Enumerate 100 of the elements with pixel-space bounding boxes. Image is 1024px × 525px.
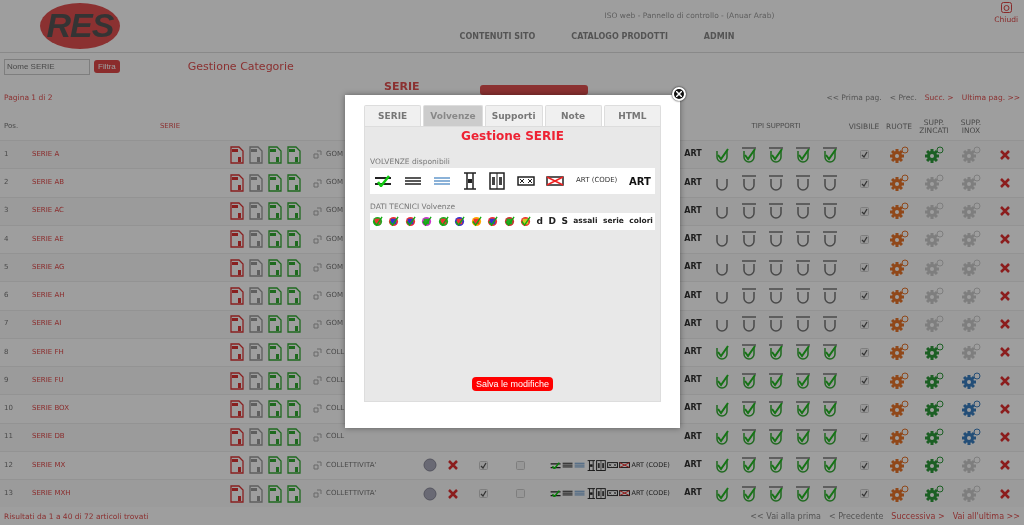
document-icon[interactable] — [228, 456, 245, 475]
delete-icon[interactable] — [1000, 290, 1010, 301]
document-icon[interactable] — [228, 258, 245, 277]
delete-icon[interactable] — [1000, 262, 1010, 273]
caster-icon[interactable] — [713, 343, 731, 362]
caster-icon[interactable] — [740, 258, 758, 277]
delete-icon[interactable] — [1000, 488, 1010, 499]
gear-icon[interactable] — [924, 258, 944, 277]
document-icon[interactable] — [285, 343, 302, 362]
gear-icon[interactable] — [924, 484, 944, 503]
lines-icon[interactable] — [562, 462, 574, 469]
caster-icon[interactable] — [767, 456, 785, 475]
gear-icon[interactable] — [889, 371, 909, 390]
block-icon[interactable] — [607, 490, 619, 497]
document-icon[interactable] — [285, 286, 302, 305]
pager-link[interactable]: Successiva > — [891, 511, 945, 521]
gear-icon[interactable] — [961, 286, 981, 305]
gear-icon[interactable] — [961, 399, 981, 418]
caster-icon[interactable] — [794, 371, 812, 390]
document-icon[interactable] — [285, 202, 302, 221]
nav-link[interactable]: CONTENUTI SITO — [459, 31, 536, 41]
pager-link[interactable]: Vai all'ultima >> — [952, 511, 1020, 521]
checkbox[interactable] — [859, 489, 869, 499]
spec-icon[interactable] — [470, 216, 482, 227]
gear-icon[interactable] — [961, 174, 981, 192]
link-icon[interactable] — [312, 347, 322, 357]
link-icon[interactable] — [312, 460, 322, 470]
document-icon[interactable] — [228, 315, 245, 334]
link-icon[interactable] — [312, 150, 322, 160]
document-icon[interactable] — [228, 145, 245, 164]
close-button[interactable] — [672, 87, 686, 101]
document-icon[interactable] — [285, 428, 302, 447]
caster-icon[interactable] — [740, 399, 758, 418]
document-icon[interactable] — [247, 286, 264, 305]
frame-icon[interactable] — [463, 172, 478, 190]
lines-icon[interactable] — [562, 490, 574, 497]
link-icon[interactable] — [312, 404, 322, 414]
filter-button[interactable]: Filtra — [94, 60, 120, 74]
gear-icon[interactable] — [889, 399, 909, 418]
document-icon[interactable] — [247, 371, 264, 390]
delete-icon[interactable] — [1000, 347, 1010, 358]
link-icon[interactable] — [312, 234, 322, 244]
art-option[interactable]: ART — [629, 175, 651, 187]
document-icon[interactable] — [247, 258, 264, 277]
block-icon[interactable] — [516, 176, 535, 186]
checkbox[interactable] — [859, 291, 869, 301]
caster-icon[interactable] — [713, 428, 731, 447]
gear-icon[interactable] — [924, 428, 944, 447]
caster-icon[interactable] — [767, 174, 785, 192]
document-icon[interactable] — [247, 484, 264, 503]
spec-icon[interactable] — [372, 216, 383, 227]
document-icon[interactable] — [266, 399, 283, 418]
caster-icon[interactable] — [740, 456, 758, 475]
link-icon[interactable] — [312, 319, 322, 329]
crossed-block-icon[interactable] — [619, 490, 631, 497]
link-icon[interactable] — [312, 291, 322, 301]
caster-icon[interactable] — [794, 258, 812, 277]
document-icon[interactable] — [285, 456, 302, 475]
gear-icon[interactable] — [889, 428, 909, 447]
block-icon[interactable] — [607, 462, 619, 469]
pager-link[interactable]: << Vai alla prima — [750, 511, 821, 521]
document-icon[interactable] — [266, 371, 283, 390]
search-field[interactable]: Nome SERIE — [4, 58, 90, 75]
caster-icon[interactable] — [740, 202, 758, 221]
caster-icon[interactable] — [767, 286, 785, 305]
bars-check-icon[interactable] — [550, 489, 562, 498]
gear-icon[interactable] — [961, 258, 981, 277]
exit-icon[interactable] — [1000, 2, 1012, 13]
gear-icon[interactable] — [961, 428, 981, 447]
document-icon[interactable] — [266, 315, 283, 334]
document-icon[interactable] — [266, 145, 283, 164]
document-icon[interactable] — [228, 484, 245, 503]
document-icon[interactable] — [266, 286, 283, 305]
caster-icon[interactable] — [821, 456, 839, 475]
document-icon[interactable] — [266, 456, 283, 475]
delete-icon[interactable] — [1000, 403, 1010, 414]
caster-icon[interactable] — [767, 371, 785, 390]
checkbox[interactable] — [859, 150, 869, 160]
checkbox[interactable] — [859, 263, 869, 273]
document-icon[interactable] — [247, 399, 264, 418]
spec-icon[interactable] — [520, 216, 532, 227]
document-icon[interactable] — [228, 399, 245, 418]
link-icon[interactable] — [312, 376, 322, 386]
add-button[interactable] — [480, 85, 588, 96]
caster-icon[interactable] — [821, 399, 839, 418]
document-icon[interactable] — [266, 230, 283, 249]
document-icon[interactable] — [285, 174, 302, 192]
document-icon[interactable] — [285, 230, 302, 249]
gear-icon[interactable] — [889, 484, 909, 503]
delete-icon[interactable] — [1000, 319, 1010, 330]
frame-icon[interactable] — [596, 488, 607, 500]
document-icon[interactable] — [285, 371, 302, 390]
document-icon[interactable] — [266, 202, 283, 221]
crossed-block-icon[interactable] — [546, 176, 565, 186]
document-icon[interactable] — [228, 343, 245, 362]
document-icon[interactable] — [228, 202, 245, 221]
link-icon[interactable] — [312, 263, 322, 273]
caster-icon[interactable] — [740, 286, 758, 305]
frame-icon[interactable] — [596, 459, 607, 471]
spec-icon[interactable] — [388, 216, 400, 227]
